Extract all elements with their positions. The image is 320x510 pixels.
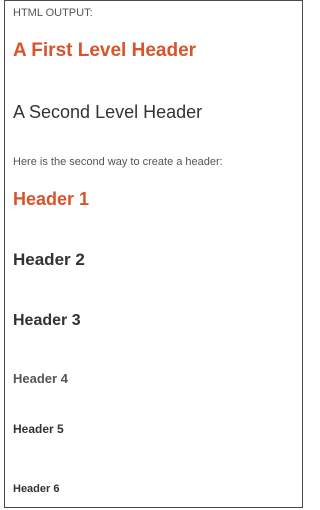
first-level-header: A First Level Header — [13, 40, 197, 61]
header-5: Header 5 — [13, 422, 64, 436]
output-caption: HTML OUTPUT: — [13, 7, 93, 19]
html-output-panel: HTML OUTPUT: A First Level Header A Seco… — [4, 0, 303, 508]
header-4: Header 4 — [13, 371, 68, 386]
second-level-header: A Second Level Header — [13, 102, 203, 122]
intro-text: Here is the second way to create a heade… — [13, 156, 223, 168]
header-6: Header 6 — [13, 483, 60, 495]
header-1: Header 1 — [13, 189, 90, 209]
header-2: Header 2 — [13, 250, 85, 269]
header-3: Header 3 — [13, 312, 81, 329]
